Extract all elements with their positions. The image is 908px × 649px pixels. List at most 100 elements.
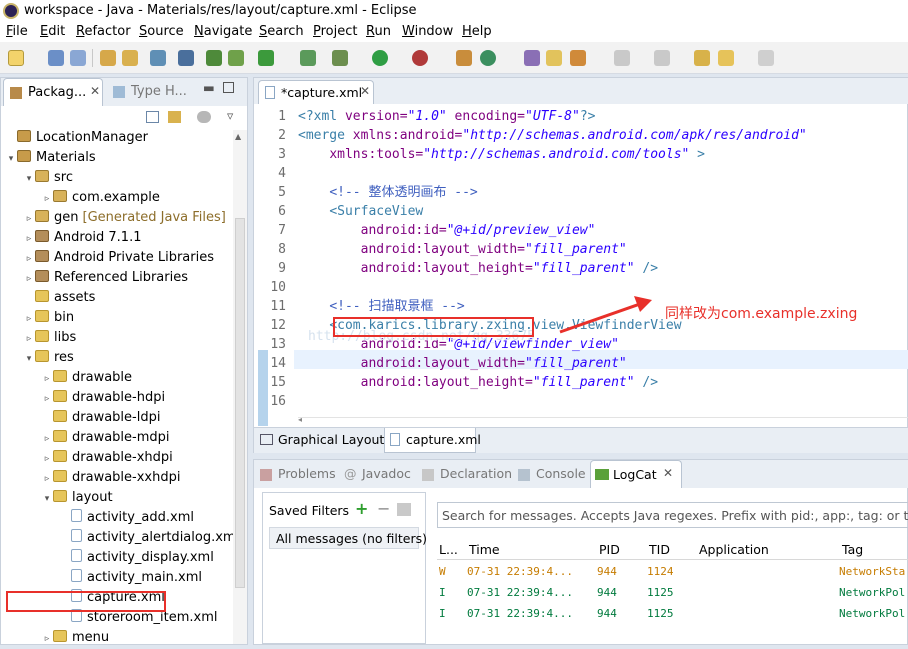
back-icon[interactable] (718, 50, 734, 66)
tab-problems[interactable]: Problems (278, 466, 336, 481)
collapsed-arrow-icon[interactable]: ▹ (41, 449, 53, 469)
menu-project[interactable]: Project (313, 24, 358, 39)
tree-item[interactable]: drawable-ldpi (41, 408, 160, 428)
collapsed-arrow-icon[interactable]: ▹ (41, 189, 53, 209)
tree-item[interactable]: ▹ Android Private Libraries (23, 248, 214, 268)
tree-item[interactable]: ▹ Android 7.1.1 (23, 228, 141, 248)
tree-item[interactable]: ▹ drawable-xxhdpi (41, 468, 180, 488)
tree-item[interactable]: ▹ menu (41, 628, 109, 648)
scrollbar-thumb[interactable] (235, 218, 245, 588)
expanded-arrow-icon[interactable]: ▾ (41, 489, 53, 509)
tree-item[interactable]: ▾ src (23, 168, 73, 188)
pen-icon[interactable] (570, 50, 586, 66)
tab-capture-xml-source[interactable]: capture.xml (384, 428, 481, 453)
menu-source[interactable]: Source (139, 24, 184, 39)
menu-run[interactable]: Run (366, 24, 391, 39)
android-sdk-icon[interactable] (206, 50, 222, 66)
tree-item[interactable]: ▾ res (23, 348, 74, 368)
code-area[interactable]: 1 2 3 4 5 6 7 8 9 10 11 12 13 14 15 16 <?xml version="1… (254, 105, 908, 426)
minimize-icon[interactable]: ▬ (203, 80, 215, 95)
tab-console[interactable]: Console (536, 466, 586, 481)
tree-item[interactable]: ▹ drawable-mdpi (41, 428, 170, 448)
maximize-icon[interactable] (223, 82, 234, 93)
collapsed-arrow-icon[interactable]: ▹ (23, 329, 35, 349)
tree-item[interactable]: ▹ drawable-hdpi (41, 388, 165, 408)
tree-item[interactable]: ▹ drawable (41, 368, 132, 388)
tree-item[interactable]: assets (23, 288, 95, 308)
collapsed-arrow-icon[interactable]: ▹ (23, 269, 35, 289)
tab-logcat[interactable]: LogCat ✕ (590, 460, 682, 488)
open-type-icon[interactable] (100, 50, 116, 66)
log-row[interactable]: W 07-31 22:39:4... 944 1124 NetworkSta (437, 562, 908, 582)
lint-icon[interactable] (300, 50, 316, 66)
tree-item[interactable]: ▹ libs (23, 328, 76, 348)
scroll-left-icon[interactable]: ◂ (298, 415, 302, 424)
collapsed-arrow-icon[interactable]: ▹ (41, 369, 53, 389)
debug-icon[interactable] (332, 50, 348, 66)
menu-edit[interactable]: Edit (40, 24, 65, 39)
collapsed-arrow-icon[interactable]: ▹ (23, 249, 35, 269)
collapsed-arrow-icon[interactable]: ▹ (41, 429, 53, 449)
log-row[interactable]: I 07-31 22:39:4... 944 1125 NetworkPol (437, 583, 908, 603)
collapse-all-icon[interactable] (146, 111, 159, 123)
expanded-arrow-icon[interactable]: ▾ (23, 169, 35, 189)
open-resource-icon[interactable] (122, 50, 138, 66)
expanded-arrow-icon[interactable]: ▾ (23, 349, 35, 369)
next-annotation-icon[interactable] (614, 50, 630, 66)
close-icon[interactable]: ✕ (90, 84, 100, 98)
toggle-icon[interactable] (178, 50, 194, 66)
tab-graphical-layout[interactable]: Graphical Layout (258, 430, 384, 452)
column-application[interactable]: Application (699, 542, 769, 557)
new-class-icon[interactable] (480, 50, 496, 66)
log-row[interactable]: I 07-31 22:39:4... 944 1125 NetworkPol (437, 604, 908, 624)
column-pid[interactable]: PID (599, 542, 620, 557)
new-package-icon[interactable] (456, 50, 472, 66)
collapsed-arrow-icon[interactable]: ▹ (41, 629, 53, 649)
edit-filter-icon[interactable] (397, 503, 411, 516)
last-edit-icon[interactable] (694, 50, 710, 66)
run-icon[interactable] (372, 50, 388, 66)
forward-icon[interactable] (758, 50, 774, 66)
avd-manager-icon[interactable] (228, 50, 244, 66)
column-level[interactable]: L... (439, 542, 458, 557)
scroll-up-icon[interactable]: ▲ (235, 132, 241, 141)
tree-item[interactable]: ▹ drawable-xhdpi (41, 448, 173, 468)
new-icon[interactable] (8, 50, 24, 66)
collapsed-arrow-icon[interactable]: ▹ (23, 229, 35, 249)
expanded-arrow-icon[interactable]: ▾ (5, 149, 17, 169)
tree-item[interactable]: ▹ Referenced Libraries (23, 268, 188, 288)
prev-annotation-icon[interactable] (654, 50, 670, 66)
tree-item[interactable]: ▹ gen [Generated Java Files] (23, 208, 226, 228)
tree-item[interactable]: activity_main.xml (59, 568, 202, 588)
close-icon[interactable]: ✕ (663, 466, 673, 480)
sync-icon[interactable] (197, 111, 211, 123)
tree-item[interactable]: LocationManager (5, 128, 148, 148)
tree-item[interactable]: activity_add.xml (59, 508, 194, 528)
menu-help[interactable]: Help (462, 24, 492, 39)
column-tag[interactable]: Tag (842, 542, 863, 557)
column-tid[interactable]: TID (649, 542, 670, 557)
link-editor-icon[interactable] (168, 111, 181, 123)
horizontal-scrollbar[interactable]: ◂ (298, 415, 908, 425)
tree-item[interactable]: ▹ com.example (41, 188, 160, 208)
collapsed-arrow-icon[interactable]: ▹ (41, 389, 53, 409)
menu-refactor[interactable]: Refactor (76, 24, 131, 39)
tree-item[interactable]: activity_alertdialog.xml (59, 528, 239, 548)
menu-file[interactable]: File (6, 24, 28, 39)
save-icon[interactable] (48, 50, 64, 66)
collapsed-arrow-icon[interactable]: ▹ (23, 309, 35, 329)
column-time[interactable]: Time (469, 542, 500, 557)
tab-type-hierarchy[interactable]: Type H... (131, 84, 187, 99)
tree-item[interactable]: ▾ layout (41, 488, 113, 508)
tree-item[interactable]: activity_display.xml (59, 548, 214, 568)
tree-item[interactable]: ▾ Materials (5, 148, 96, 168)
open-task-icon[interactable] (524, 50, 540, 66)
open-folder-icon[interactable] (546, 50, 562, 66)
collapsed-arrow-icon[interactable]: ▹ (23, 209, 35, 229)
menu-window[interactable]: Window (402, 24, 453, 39)
tab-declaration[interactable]: Declaration (440, 466, 512, 481)
checkbox-icon[interactable] (258, 50, 274, 66)
remove-filter-icon[interactable]: − (377, 499, 390, 518)
logcat-search-input[interactable]: Search for messages. Accepts Java regexe… (437, 502, 908, 528)
collapsed-arrow-icon[interactable]: ▹ (41, 469, 53, 489)
